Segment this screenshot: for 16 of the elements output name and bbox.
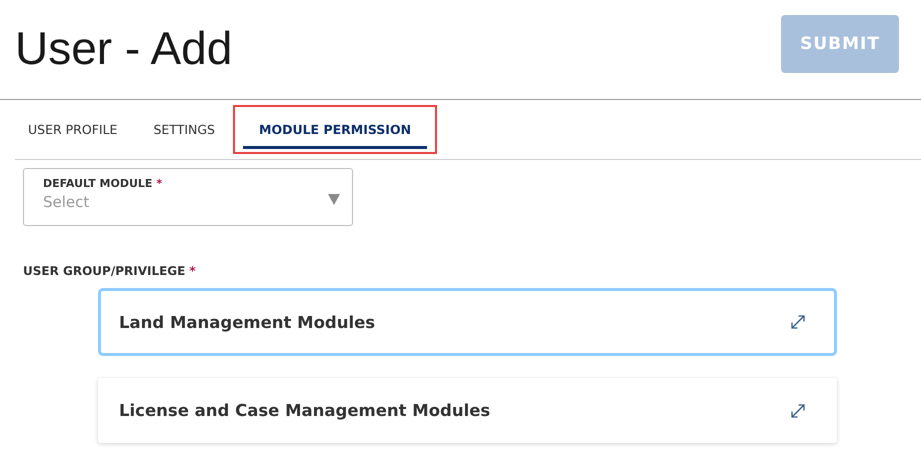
caret-icon [328,193,340,205]
required-mark: * [189,264,196,278]
section-label: USER GROUP/PRIVILEGE [23,264,186,278]
expand-icon[interactable] [790,314,806,330]
module-panel[interactable]: Land Management Modules [98,288,837,356]
tab[interactable]: USER PROFILE [22,110,124,149]
expand-icon[interactable] [790,402,806,418]
panel-title: Land Management Modules [119,312,376,332]
required-mark: * [156,177,162,190]
module-panel[interactable]: License and Case Management Modules [98,378,837,443]
field-label: DEFAULT MODULE [43,177,152,190]
panel-title: License and Case Management Modules [119,401,490,420]
tab[interactable]: SETTINGS [147,110,221,149]
page-title: User - Add [15,20,232,74]
tab[interactable]: MODULE PERMISSION [243,110,428,149]
default-module-dropdown[interactable]: DEFAULT MODULE * Select [23,168,353,226]
